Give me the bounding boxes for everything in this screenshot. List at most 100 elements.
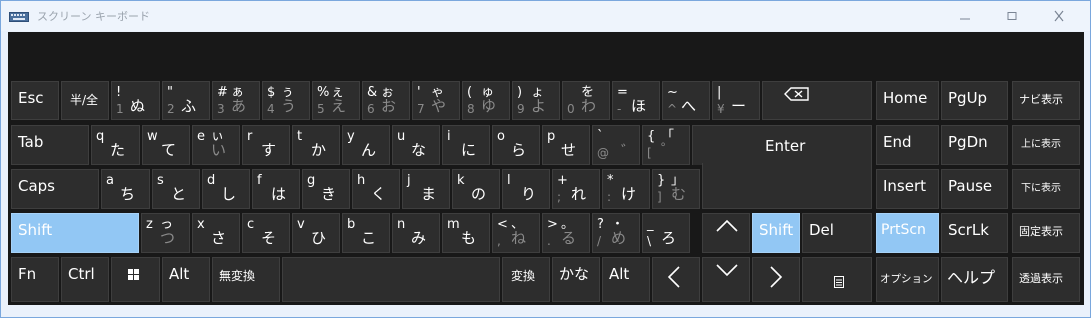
key-y[interactable]: yん <box>342 125 390 165</box>
key-label: 固定表示 <box>1019 225 1063 238</box>
key-transparent-show[interactable]: 透過表示 <box>1012 257 1080 302</box>
key-8[interactable]: (ゅ 8 ゆ <box>462 81 510 120</box>
key-alt-right[interactable]: Alt <box>602 257 650 302</box>
key-navi-show[interactable]: ナビ表示 <box>1012 81 1080 120</box>
key-w[interactable]: wて <box>142 125 190 165</box>
key-kana-label: ん <box>361 141 377 159</box>
key-letter-label: o <box>497 129 505 144</box>
key-comma[interactable]: <、, ね <box>492 213 540 253</box>
key-semicolon[interactable]: +; れ <box>552 169 600 209</box>
key-prtscn[interactable]: PrtScn <box>876 213 939 253</box>
key-h[interactable]: hく <box>352 169 400 209</box>
key-right[interactable] <box>752 257 800 302</box>
key-fn[interactable]: Fn <box>11 257 59 302</box>
key-9[interactable]: ) ょ 9 よ <box>512 81 560 120</box>
context-menu-icon <box>834 276 844 288</box>
key-5[interactable]: % ぇ 5 え <box>312 81 360 120</box>
key-henkan[interactable]: 変換 <box>502 257 550 302</box>
key-help[interactable]: ヘルプ <box>941 257 1008 302</box>
key-p[interactable]: pせ <box>542 125 590 165</box>
key-up[interactable] <box>702 213 750 253</box>
key-show-below[interactable]: 下に表示 <box>1012 169 1080 209</box>
key-esc[interactable]: Esc <box>11 81 59 120</box>
key-kana[interactable]: かな <box>552 257 600 302</box>
key-q[interactable]: qた <box>91 125 140 165</box>
key-pause[interactable]: Pause <box>941 169 1008 209</box>
key-show-above[interactable]: 上に表示 <box>1012 125 1080 165</box>
key-kana-label: れ <box>571 185 587 203</box>
key-1[interactable]: ! 1 ぬ <box>111 81 160 120</box>
minimize-button[interactable] <box>942 1 988 31</box>
key-period[interactable]: >。. る <box>542 213 590 253</box>
key-shift-label: % <box>317 85 330 100</box>
key-v[interactable]: vひ <box>292 213 340 253</box>
key-fixed-show[interactable]: 固定表示 <box>1012 213 1080 253</box>
key-slash[interactable]: ? ・ / め <box>592 213 640 253</box>
key-hankaku-zenkaku[interactable]: 半/全 <box>61 81 109 120</box>
key-space[interactable] <box>282 257 500 302</box>
key-7[interactable]: ' ゃ 7 や <box>412 81 460 120</box>
key-minus[interactable]: = - ほ <box>612 81 660 120</box>
key-4[interactable]: $ ぅ 4 う <box>262 81 310 120</box>
key-options[interactable]: オプション <box>876 257 939 302</box>
key-l[interactable]: lり <box>502 169 550 209</box>
key-letter-label: j <box>407 173 411 188</box>
key-enter[interactable]: Enter <box>692 125 872 165</box>
key-colon[interactable]: *: け <box>602 169 650 209</box>
key-i[interactable]: iに <box>442 125 490 165</box>
key-pgdn[interactable]: PgDn <box>941 125 1008 165</box>
key-o[interactable]: oら <box>492 125 540 165</box>
key-r[interactable]: rす <box>242 125 290 165</box>
maximize-button[interactable] <box>989 1 1035 31</box>
key-z[interactable]: zっつ <box>141 213 190 253</box>
key-enter-lower[interactable] <box>702 163 872 209</box>
key-b[interactable]: bこ <box>342 213 390 253</box>
key-pgup[interactable]: PgUp <box>941 81 1008 120</box>
key-end[interactable]: End <box>876 125 939 165</box>
key-label: PgUp <box>948 89 988 107</box>
key-e[interactable]: eぃい <box>192 125 240 165</box>
key-2[interactable]: " 2 ふ <box>162 81 210 120</box>
key-3[interactable]: # ぁ 3 あ <box>212 81 260 120</box>
key-del[interactable]: Del <box>802 213 872 253</box>
key-s[interactable]: sと <box>152 169 200 209</box>
key-backspace[interactable] <box>762 81 872 120</box>
key-m[interactable]: mも <box>442 213 490 253</box>
key-0[interactable]: を0わ <box>562 81 610 120</box>
key-6[interactable]: & ぉ 6 お <box>362 81 410 120</box>
key-muhenkan[interactable]: 無変換 <box>212 257 280 302</box>
key-f[interactable]: fは <box>252 169 300 209</box>
key-shift-label: ' <box>417 85 421 100</box>
key-ctrl[interactable]: Ctrl <box>61 257 109 302</box>
key-shift-right[interactable]: Shift <box>752 213 800 253</box>
key-x[interactable]: xさ <box>192 213 240 253</box>
key-yen[interactable]: | ¥ ー <box>712 81 760 120</box>
key-u[interactable]: uな <box>392 125 440 165</box>
key-d[interactable]: dし <box>202 169 250 209</box>
key-right-bracket[interactable]: }」] む <box>652 169 700 209</box>
key-a[interactable]: aち <box>101 169 150 209</box>
key-shift-left[interactable]: Shift <box>11 213 139 253</box>
key-insert[interactable]: Insert <box>876 169 939 209</box>
key-left[interactable] <box>652 257 700 302</box>
title-bar[interactable]: スクリーン キーボード <box>1 1 1090 31</box>
key-home[interactable]: Home <box>876 81 939 120</box>
close-button[interactable] <box>1036 1 1082 31</box>
key-caps[interactable]: Caps <box>11 169 99 209</box>
key-g[interactable]: gき <box>302 169 350 209</box>
key-backslash[interactable]: _ \ ろ <box>642 213 690 253</box>
key-context-menu[interactable] <box>802 257 872 302</box>
key-scrlk[interactable]: ScrLk <box>941 213 1008 253</box>
key-tab[interactable]: Tab <box>11 125 89 165</box>
key-at[interactable]: ` @ ゛ <box>592 125 640 165</box>
key-left-bracket[interactable]: {「[゜ <box>642 125 690 165</box>
key-windows[interactable] <box>111 257 160 302</box>
key-k[interactable]: kの <box>452 169 500 209</box>
key-alt-left[interactable]: Alt <box>162 257 210 302</box>
key-caret[interactable]: ~ ^ へ <box>662 81 710 120</box>
key-n[interactable]: nみ <box>392 213 440 253</box>
key-down[interactable] <box>702 257 750 302</box>
key-c[interactable]: cそ <box>242 213 290 253</box>
key-t[interactable]: tか <box>292 125 340 165</box>
key-j[interactable]: jま <box>402 169 450 209</box>
